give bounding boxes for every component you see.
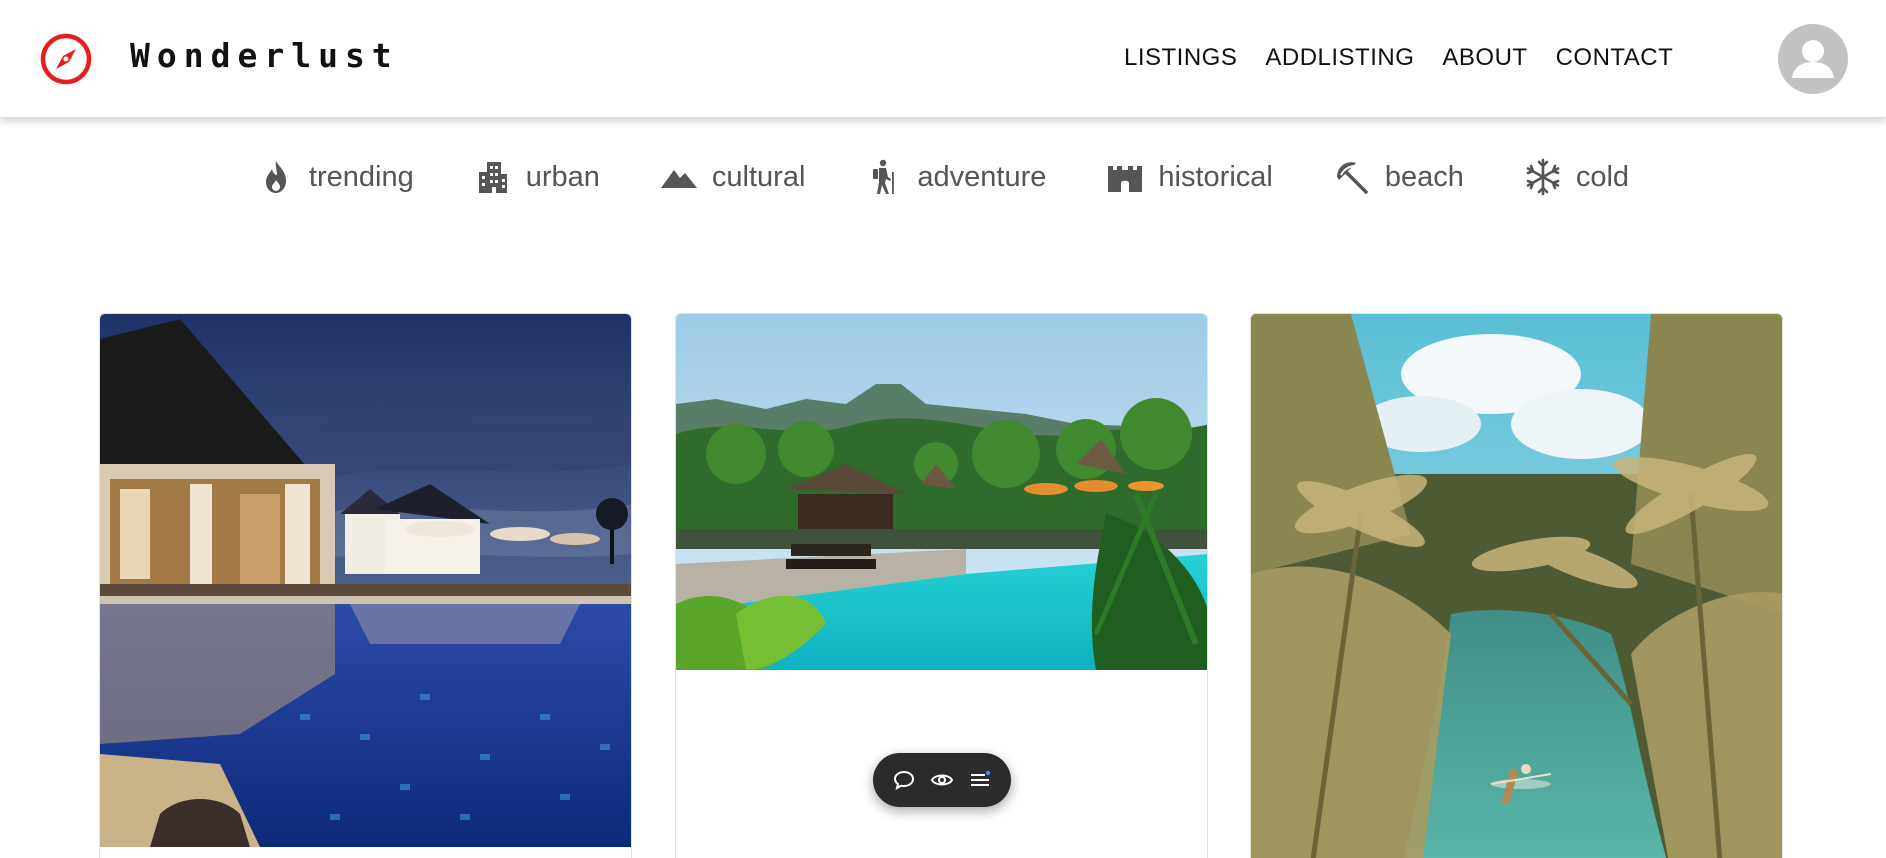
listing-card[interactable] xyxy=(1250,313,1783,858)
filter-label: beach xyxy=(1384,160,1464,193)
nav-links: LISTINGS ADDLISTING ABOUT CONTACT xyxy=(1124,44,1673,72)
comment-button[interactable] xyxy=(889,765,919,795)
filter-adventure[interactable]: adventure xyxy=(865,158,1046,196)
eye-icon xyxy=(930,774,954,786)
category-filters: trending urban cultural adventure histor… xyxy=(0,158,1886,196)
building-icon xyxy=(478,162,507,193)
floating-toolbar xyxy=(873,753,1011,807)
filter-trending[interactable]: trending xyxy=(257,158,414,196)
brand-name[interactable]: Wonderlust xyxy=(130,36,399,75)
filter-label: trending xyxy=(308,160,414,193)
fire-icon xyxy=(265,161,286,193)
nav-link-listings[interactable]: LISTINGS xyxy=(1124,44,1237,72)
mountain-icon xyxy=(660,170,697,188)
filter-cultural[interactable]: cultural xyxy=(660,158,806,196)
menu-button[interactable] xyxy=(965,765,995,795)
compass-icon[interactable] xyxy=(40,33,92,85)
nav-link-addlisting[interactable]: ADDLISTING xyxy=(1265,44,1414,72)
snowflake-icon xyxy=(1526,158,1560,196)
navbar: Wonderlust LISTINGS ADDLISTING ABOUT CON… xyxy=(0,0,1886,118)
menu-icon xyxy=(971,770,991,786)
filter-urban[interactable]: urban xyxy=(474,158,600,196)
view-button[interactable] xyxy=(927,765,957,795)
umbrella-beach-icon xyxy=(1336,162,1368,194)
nav-link-about[interactable]: ABOUT xyxy=(1442,44,1527,72)
nav-link-contact[interactable]: CONTACT xyxy=(1556,44,1674,72)
filter-historical[interactable]: historical xyxy=(1106,158,1273,196)
filter-label: adventure xyxy=(917,160,1047,193)
filter-cold[interactable]: cold xyxy=(1524,158,1629,196)
castle-icon xyxy=(1108,166,1143,192)
comment-icon xyxy=(893,770,915,791)
palm-river-canoe-photo xyxy=(1251,314,1782,858)
filter-label: urban xyxy=(525,160,600,193)
filter-label: historical xyxy=(1158,160,1273,193)
user-avatar[interactable] xyxy=(1778,24,1848,94)
filter-beach[interactable]: beach xyxy=(1333,158,1464,196)
filter-label: cold xyxy=(1575,160,1630,193)
user-avatar-icon xyxy=(1792,40,1834,78)
tropical-pool-with-huts-photo xyxy=(676,314,1207,670)
filter-label: cultural xyxy=(711,160,806,193)
resort-pool-at-dusk-photo xyxy=(100,314,631,847)
listing-card[interactable] xyxy=(99,313,632,858)
hiker-icon xyxy=(873,159,895,194)
